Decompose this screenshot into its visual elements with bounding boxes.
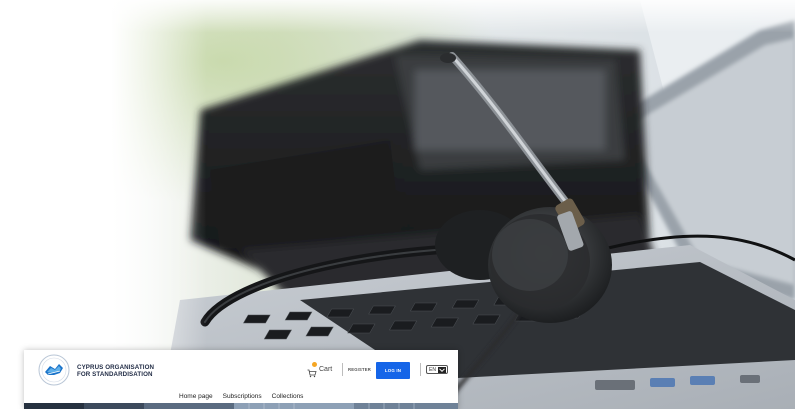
banner-image-strip — [24, 403, 458, 409]
org-name-line2: FOR STANDARDISATION — [77, 371, 153, 378]
header-divider — [342, 363, 343, 376]
website-preview-card: CYPRUS ORGANISATION FOR STANDARDISATION … — [24, 350, 458, 409]
chevron-down-icon — [438, 366, 446, 373]
site-header: CYPRUS ORGANISATION FOR STANDARDISATION … — [24, 350, 458, 390]
login-button[interactable]: LOG IN — [376, 362, 410, 379]
header-divider — [420, 363, 421, 376]
cart-link[interactable]: Cart — [307, 362, 333, 378]
nav-home-page[interactable]: Home page — [179, 390, 213, 403]
site-nav: Home page Subscriptions Collections — [24, 390, 458, 403]
language-value: EN — [429, 366, 436, 373]
org-name: CYPRUS ORGANISATION FOR STANDARDISATION — [77, 364, 197, 378]
cart-icon — [307, 362, 317, 378]
org-name-line1: CYPRUS ORGANISATION — [77, 364, 155, 371]
language-select[interactable]: EN — [426, 365, 448, 374]
cys-logo[interactable] — [38, 354, 70, 386]
nav-subscriptions[interactable]: Subscriptions — [223, 390, 262, 403]
cart-badge — [312, 362, 317, 367]
nav-collections[interactable]: Collections — [272, 390, 304, 403]
headset-desk-photo — [0, 0, 795, 409]
cart-label: Cart — [319, 366, 333, 373]
hero-photo — [0, 0, 795, 409]
register-link[interactable]: REGISTER — [348, 366, 371, 374]
